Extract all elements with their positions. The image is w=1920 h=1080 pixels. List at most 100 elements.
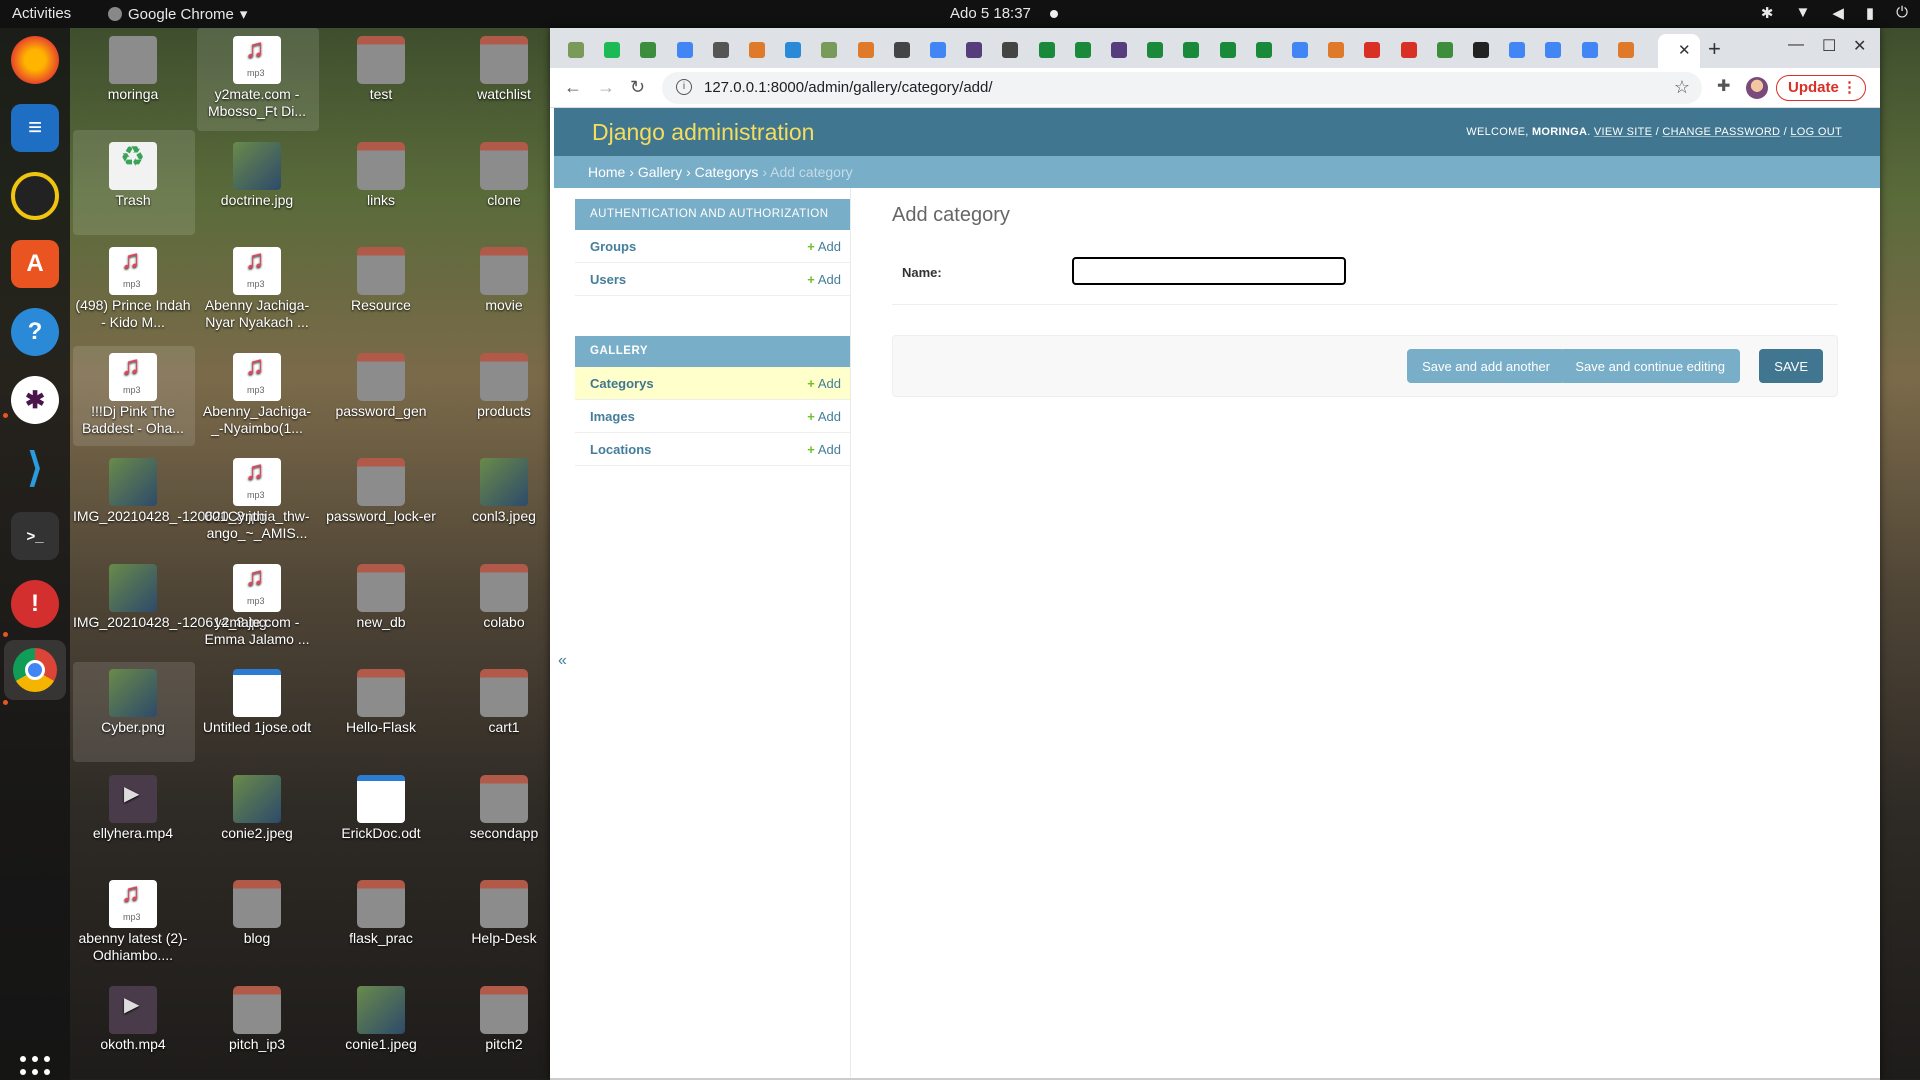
tab-favicon[interactable] xyxy=(785,42,802,58)
tab-favicon[interactable] xyxy=(1074,42,1091,58)
active-tab[interactable]: ✕ xyxy=(1658,34,1700,68)
desktop-icon[interactable]: secondapp xyxy=(444,774,564,842)
desktop-icon[interactable]: Resource xyxy=(321,247,441,314)
tab-favicon[interactable] xyxy=(1038,42,1055,58)
desktop-icon[interactable]: colabo xyxy=(444,563,564,631)
minimize-button[interactable]: — xyxy=(1788,36,1804,54)
add-users-link[interactable]: + Add xyxy=(807,272,841,287)
close-window-button[interactable]: ✕ xyxy=(1853,36,1866,56)
tab-favicon[interactable] xyxy=(1111,42,1127,58)
tab-favicon[interactable] xyxy=(676,42,693,58)
desktop-icon[interactable]: links xyxy=(321,141,441,209)
tab-favicon[interactable] xyxy=(568,42,584,58)
tab-favicon[interactable] xyxy=(1473,42,1489,58)
tab-favicon[interactable] xyxy=(966,42,983,58)
wifi-icon[interactable]: ▼ xyxy=(1795,4,1810,22)
tab-favicon[interactable] xyxy=(821,42,838,58)
desktop-icon[interactable]: moringa xyxy=(73,36,193,103)
tab-favicon[interactable] xyxy=(1002,42,1019,58)
desktop-icon[interactable]: IMG_20210428_-120620_8.jpg xyxy=(73,458,267,525)
writer-icon[interactable]: ≡ xyxy=(11,104,59,152)
desktop-icon[interactable]: new_db xyxy=(321,563,441,631)
tab-favicon[interactable] xyxy=(1509,42,1526,58)
show-applications-icon[interactable] xyxy=(20,1056,52,1080)
add-locations-link[interactable]: + Add xyxy=(807,442,841,457)
back-button[interactable]: ← xyxy=(564,77,582,98)
tab-favicon[interactable] xyxy=(1328,42,1345,58)
model-link-categorys[interactable]: Categorys xyxy=(590,376,654,391)
desktop-icon[interactable]: abenny latest (2)-Odhiambo.... xyxy=(73,880,193,964)
extensions-icon[interactable]: ✚ xyxy=(1717,76,1730,96)
tab-favicon[interactable] xyxy=(749,42,765,58)
module-caption-auth[interactable]: Authentication and Authorization xyxy=(575,199,850,230)
desktop-icon[interactable]: okoth.mp4 xyxy=(73,985,193,1053)
app-menu[interactable]: Google Chrome ▾ xyxy=(108,5,247,23)
tab-favicon[interactable] xyxy=(1545,42,1562,58)
tab-favicon[interactable] xyxy=(1219,42,1236,58)
model-link-users[interactable]: Users xyxy=(590,272,626,287)
desktop-icon[interactable]: Untitled 1jose.odt xyxy=(197,669,317,736)
tab-favicon[interactable] xyxy=(1255,42,1272,58)
desktop-icon[interactable]: Hello-Flask xyxy=(321,669,441,736)
desktop-icon[interactable]: 001Cynthia_thw-ango_~_AMIS... xyxy=(197,458,317,542)
tab-favicon[interactable] xyxy=(1292,42,1308,58)
terminal-icon[interactable]: >_ xyxy=(11,512,59,560)
desktop-icon[interactable]: clone xyxy=(444,141,564,209)
model-link-groups[interactable]: Groups xyxy=(590,239,636,254)
tab-favicon[interactable] xyxy=(1436,42,1453,58)
site-title[interactable]: Django administration xyxy=(592,119,814,146)
desktop-icon[interactable]: conl3.jpeg xyxy=(444,458,564,525)
toggle-sidebar-button[interactable]: « xyxy=(558,652,567,670)
tab-favicon[interactable] xyxy=(1581,42,1598,58)
help-icon[interactable]: ? xyxy=(11,308,59,356)
breadcrumb-categorys[interactable]: Categorys xyxy=(695,164,759,180)
desktop-icon[interactable]: IMG_20210428_-120614_8.jpg xyxy=(73,563,267,631)
battery-icon[interactable]: ▮ xyxy=(1866,4,1874,22)
add-groups-link[interactable]: + Add xyxy=(807,239,841,254)
vscode-icon[interactable]: ⟩ xyxy=(11,444,59,492)
tab-favicon[interactable] xyxy=(1400,42,1417,58)
desktop-icon[interactable]: flask_prac xyxy=(321,880,441,947)
tab-favicon[interactable] xyxy=(1183,42,1200,58)
sidebar-item-images[interactable]: Images + Add xyxy=(575,400,850,433)
volume-icon[interactable]: ◀ xyxy=(1832,4,1844,22)
add-images-link[interactable]: + Add xyxy=(807,409,841,424)
update-button[interactable]: Update ⋮ xyxy=(1776,75,1866,101)
desktop-icon[interactable]: ErickDoc.odt xyxy=(321,774,441,842)
rhythmbox-icon[interactable] xyxy=(11,172,59,220)
desktop-icon[interactable]: Help-Desk xyxy=(444,880,564,947)
power-icon[interactable]: ⏻ xyxy=(1896,4,1908,22)
desktop-icon[interactable]: Trash xyxy=(73,141,193,209)
breadcrumb-gallery[interactable]: Gallery xyxy=(638,164,682,180)
desktop-icon[interactable]: products xyxy=(444,352,564,420)
model-link-locations[interactable]: Locations xyxy=(590,442,651,457)
activities-button[interactable]: Activities xyxy=(12,5,71,22)
desktop-icon[interactable]: password_lock-er xyxy=(321,458,441,525)
desktop-icon[interactable]: movie xyxy=(444,247,564,314)
firefox-icon[interactable] xyxy=(11,36,59,84)
tab-favicon[interactable] xyxy=(893,42,910,58)
address-bar[interactable]: i 127.0.0.1:8000/admin/gallery/category/… xyxy=(662,72,1702,104)
alert-icon[interactable]: ! xyxy=(11,580,59,628)
desktop-icon[interactable]: cart1 xyxy=(444,669,564,736)
desktop-icon[interactable]: y2mate.com - Emma Jalamo ... xyxy=(197,563,317,648)
chrome-dock-item[interactable] xyxy=(4,640,66,700)
add-categorys-link[interactable]: + Add xyxy=(807,376,841,391)
model-link-images[interactable]: Images xyxy=(590,409,635,424)
desktop-icon[interactable]: doctrine.jpg xyxy=(197,141,317,209)
save-and-add-another-button[interactable]: Save and add another xyxy=(1407,349,1565,383)
maximize-button[interactable]: ☐ xyxy=(1822,36,1836,56)
desktop-icon[interactable]: Cyber.png xyxy=(73,669,193,736)
new-tab-button[interactable]: + xyxy=(1708,36,1721,62)
desktop-icon[interactable]: blog xyxy=(197,880,317,947)
tab-favicon[interactable] xyxy=(640,42,657,58)
log-out-link[interactable]: LOG OUT xyxy=(1790,126,1842,138)
tab-favicon[interactable] xyxy=(604,42,621,58)
desktop-icon[interactable]: y2mate.com - Mbosso_Ft Di... xyxy=(197,36,317,120)
slack-tray-icon[interactable]: ✱ xyxy=(1761,4,1774,22)
view-site-link[interactable]: VIEW SITE xyxy=(1594,126,1652,138)
tab-favicon[interactable] xyxy=(712,42,729,58)
tab-favicon[interactable] xyxy=(1617,42,1634,58)
name-input[interactable] xyxy=(1072,257,1346,285)
tab-favicon[interactable] xyxy=(1147,42,1164,58)
